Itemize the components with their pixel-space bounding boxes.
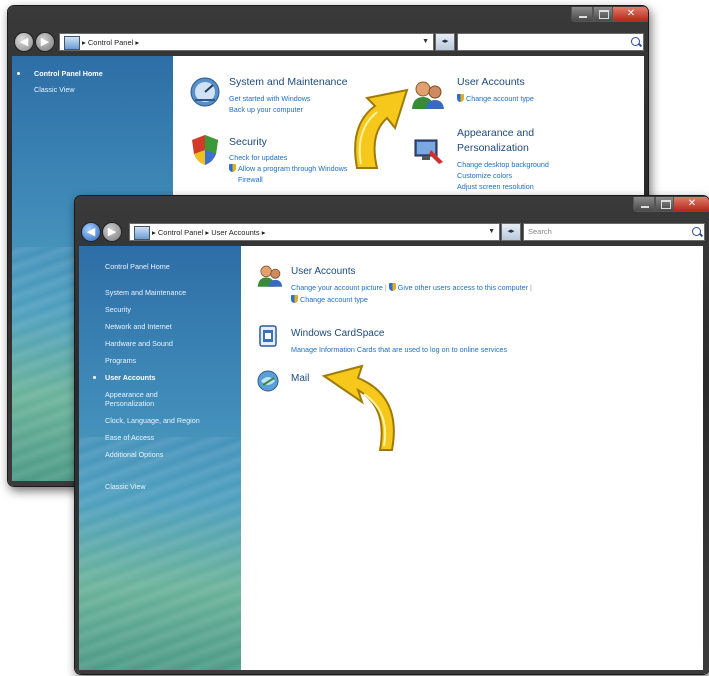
close-button[interactable]: ✕	[673, 197, 709, 212]
appearance-icon[interactable]	[413, 136, 445, 166]
breadcrumb-control-panel[interactable]: Control Panel	[158, 228, 203, 237]
sidebar-item-classic-view[interactable]: Classic View	[105, 482, 146, 491]
security-shield-icon[interactable]	[191, 134, 219, 166]
link-change-account-type[interactable]: Change account type	[457, 94, 534, 103]
sidebar-item-network[interactable]: Network and Internet	[105, 322, 172, 331]
forward-arrow-icon: ▶	[40, 36, 50, 48]
search-input[interactable]	[457, 33, 644, 51]
uac-shield-icon	[229, 164, 236, 172]
cardspace-icon[interactable]	[259, 325, 277, 347]
forward-button[interactable]: ▶	[102, 222, 122, 242]
link-change-picture[interactable]: Change your account picture	[291, 283, 383, 292]
sidebar-bullet-icon	[17, 72, 20, 75]
address-bar[interactable]: ▸ Control Panel ▸ User Accounts ▸ ▼	[129, 223, 500, 241]
callout-arrow-user-accounts	[354, 88, 409, 169]
uac-shield-icon	[457, 94, 464, 102]
link-change-desktop-background[interactable]: Change desktop background	[457, 160, 549, 169]
back-button[interactable]: ◀	[14, 32, 34, 52]
appearance-title[interactable]: Appearance and	[457, 127, 534, 139]
main-content: User Accounts Change your account pictur…	[241, 246, 703, 670]
sidebar: Control Panel Home System and Maintenanc…	[79, 246, 241, 670]
link-give-access[interactable]: Give other users access to this computer	[398, 283, 528, 292]
minimize-button[interactable]	[571, 7, 593, 22]
appearance-title-line2[interactable]: Personalization	[457, 142, 529, 154]
breadcrumb[interactable]: ▸ Control Panel ▸	[82, 35, 139, 50]
refresh-button[interactable]: ◂▸	[501, 223, 521, 241]
link-manage-cards[interactable]: Manage Information Cards that are used t…	[291, 345, 507, 354]
breadcrumb-user-accounts[interactable]: User Accounts	[211, 228, 259, 237]
search-input[interactable]: Search	[523, 223, 705, 241]
link-allow-program[interactable]: Allow a program through Windows	[229, 164, 347, 173]
address-dropdown-icon[interactable]: ▼	[488, 224, 495, 240]
sidebar-item-system-maintenance[interactable]: System and Maintenance	[105, 288, 186, 297]
security-title[interactable]: Security	[229, 136, 267, 148]
sidebar-bullet-icon	[93, 376, 96, 379]
user-accounts-icon[interactable]	[411, 80, 445, 110]
sidebar-item-security[interactable]: Security	[105, 305, 131, 314]
back-button[interactable]: ◀	[81, 222, 101, 242]
link-separator: |	[530, 283, 532, 292]
refresh-button[interactable]: ◂▸	[435, 33, 455, 51]
link-change-account-type[interactable]: Change account type	[291, 295, 368, 304]
maximize-button[interactable]	[593, 7, 613, 22]
callout-arrow-mail	[321, 364, 395, 451]
uac-shield-icon	[291, 295, 298, 303]
sidebar-item-clock-language[interactable]: Clock, Language, and Region	[105, 416, 200, 425]
link-back-up[interactable]: Back up your computer	[229, 105, 303, 114]
link-adjust-resolution[interactable]: Adjust screen resolution	[457, 182, 534, 191]
cardspace-title[interactable]: Windows CardSpace	[291, 328, 384, 339]
control-panel-icon	[64, 36, 80, 50]
mail-icon[interactable]	[257, 370, 279, 392]
address-dropdown-icon[interactable]: ▼	[422, 34, 429, 50]
sidebar-item-control-panel-home[interactable]: Control Panel Home	[34, 69, 103, 78]
navigation-bar: ◀ ▶ ▸ Control Panel ▸ ▼ ◂▸	[12, 30, 644, 54]
link-get-started[interactable]: Get started with Windows	[229, 94, 311, 103]
system-maintenance-title[interactable]: System and Maintenance	[229, 76, 347, 88]
close-button[interactable]: ✕	[612, 7, 648, 22]
navigation-bar: ◀ ▶ ▸ Control Panel ▸ User Accounts ▸ ▼ …	[79, 220, 705, 244]
sidebar-item-hardware[interactable]: Hardware and Sound	[105, 339, 173, 348]
forward-arrow-icon: ▶	[107, 226, 117, 238]
address-bar[interactable]: ▸ Control Panel ▸ ▼	[59, 33, 434, 51]
sidebar-item-user-accounts[interactable]: User Accounts	[105, 373, 155, 382]
user-accounts-icon[interactable]	[257, 264, 283, 288]
back-arrow-icon: ◀	[19, 36, 29, 48]
user-accounts-title[interactable]: User Accounts	[291, 266, 355, 277]
system-maintenance-icon[interactable]	[189, 76, 221, 108]
sidebar-item-classic-view[interactable]: Classic View	[34, 85, 75, 94]
breadcrumb-control-panel[interactable]: Control Panel	[88, 38, 133, 47]
forward-button[interactable]: ▶	[35, 32, 55, 52]
user-accounts-links: Change your account picture | Give other…	[291, 283, 532, 292]
back-arrow-icon: ◀	[86, 226, 96, 238]
control-panel-icon	[134, 226, 150, 240]
mail-title[interactable]: Mail	[291, 373, 309, 384]
search-icon[interactable]	[631, 37, 640, 46]
link-separator: |	[384, 283, 387, 292]
search-icon[interactable]	[692, 227, 701, 236]
search-placeholder: Search	[528, 227, 552, 236]
sidebar-item-personalization[interactable]: Personalization	[105, 399, 154, 408]
breadcrumb[interactable]: ▸ Control Panel ▸ User Accounts ▸	[152, 225, 265, 240]
maximize-button[interactable]	[655, 197, 675, 212]
user-accounts-title[interactable]: User Accounts	[457, 76, 525, 88]
sidebar-item-additional-options[interactable]: Additional Options	[105, 450, 163, 459]
sidebar-item-programs[interactable]: Programs	[105, 356, 136, 365]
link-check-updates[interactable]: Check for updates	[229, 153, 287, 162]
sidebar-item-control-panel-home[interactable]: Control Panel Home	[105, 262, 170, 271]
uac-shield-icon	[388, 283, 396, 291]
sidebar-item-ease-of-access[interactable]: Ease of Access	[105, 433, 154, 442]
link-firewall[interactable]: Firewall	[238, 175, 263, 184]
sidebar-wave-decoration	[79, 436, 241, 670]
link-customize-colors[interactable]: Customize colors	[457, 171, 512, 180]
minimize-button[interactable]	[633, 197, 655, 212]
sidebar-item-appearance[interactable]: Appearance and	[105, 390, 158, 399]
